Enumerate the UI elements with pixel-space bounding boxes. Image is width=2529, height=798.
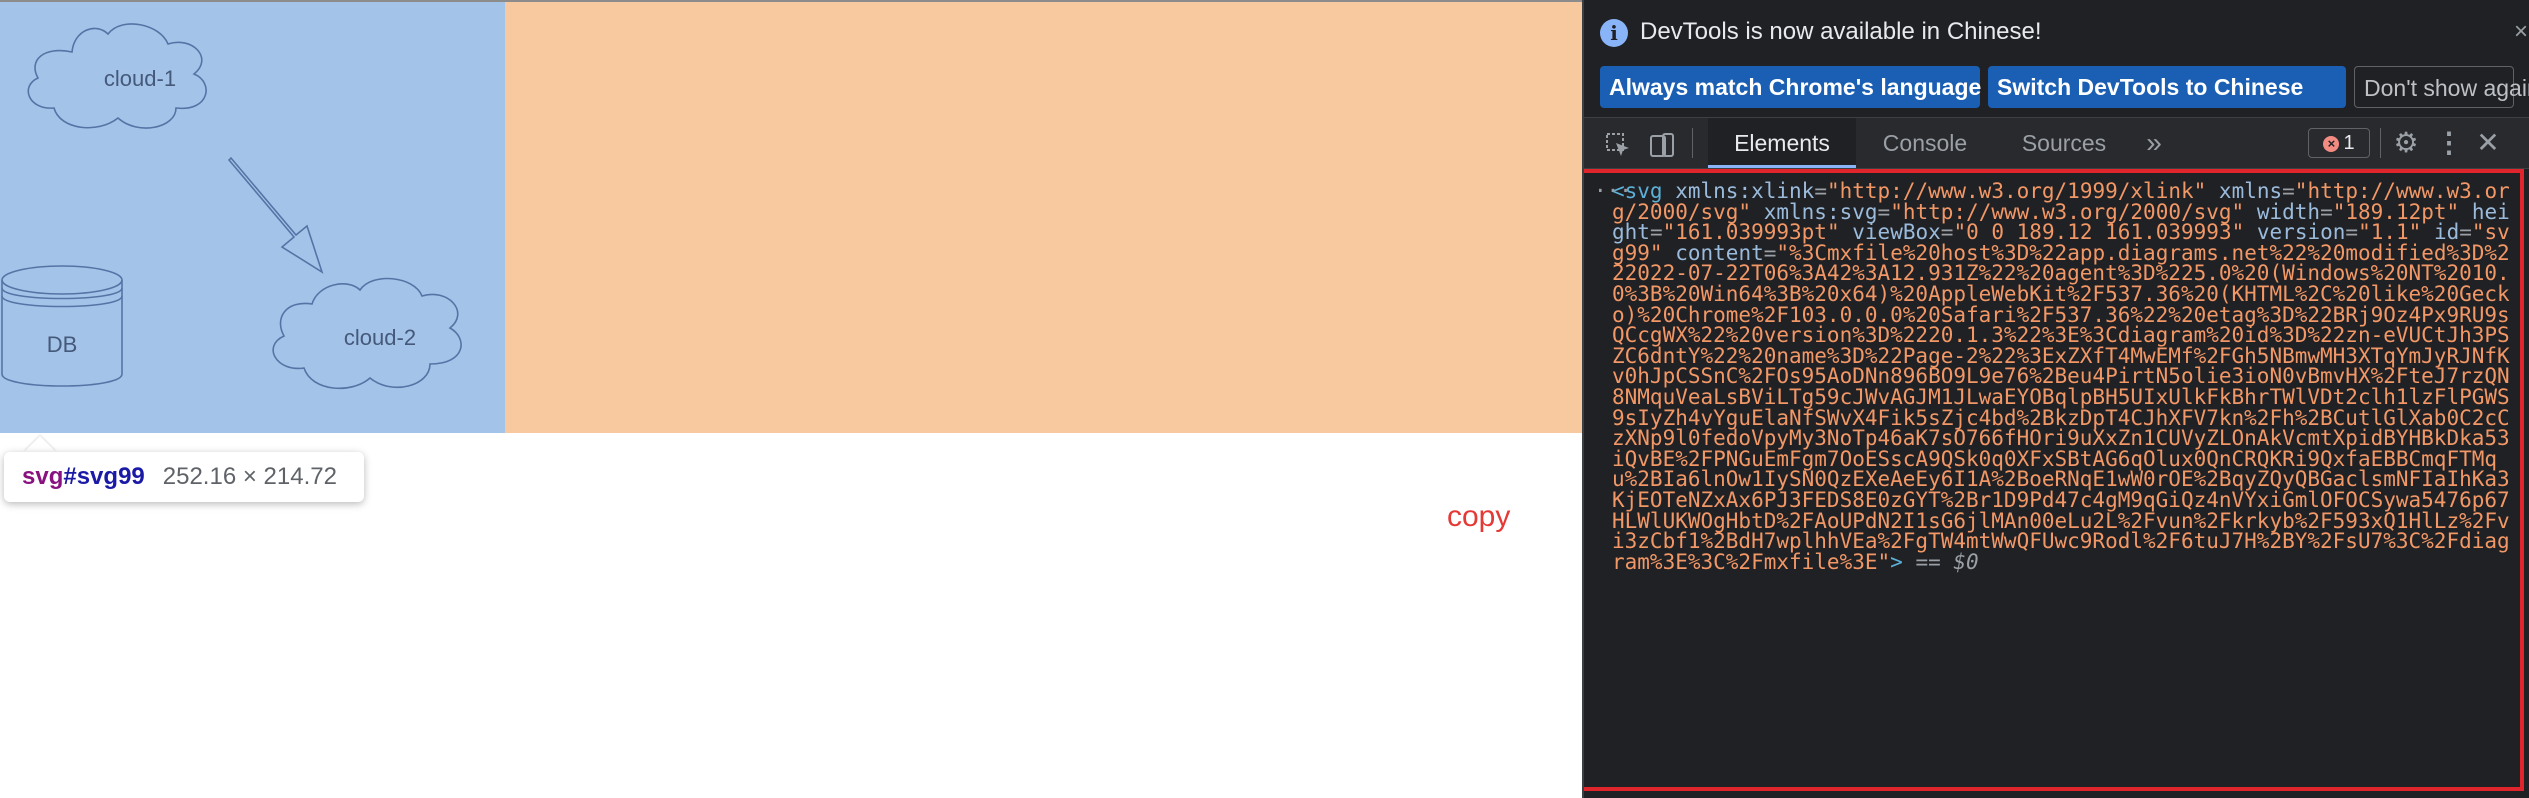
dom-node-selected[interactable]: ··· <svg xmlns:xlink="http://www.w3.org/…: [1594, 181, 2518, 574]
tooltip-tag: svg: [22, 463, 64, 490]
error-icon: ×: [2323, 135, 2340, 152]
close-devtools-icon[interactable]: ✕: [2468, 118, 2508, 168]
selected-marker: == $0: [1902, 549, 1979, 574]
error-count: 1: [2343, 132, 2355, 154]
tab-sources[interactable]: Sources: [1994, 118, 2134, 168]
cloud-1-label: cloud-1: [104, 66, 176, 91]
devtools-panel: i DevTools is now available in Chinese! …: [1582, 0, 2529, 798]
language-infobar: i DevTools is now available in Chinese! …: [1584, 0, 2529, 118]
copy-label: copy: [1447, 500, 1511, 533]
orange-content-area: [505, 2, 1582, 433]
device-toolbar-icon[interactable]: [1642, 118, 1682, 168]
toolbar-divider: [2380, 128, 2381, 158]
tab-elements[interactable]: Elements: [1708, 118, 1856, 168]
cloud-2-node[interactable]: cloud-2: [272, 277, 462, 390]
more-tabs-icon[interactable]: »: [2132, 118, 2176, 168]
tooltip-arrow: [24, 436, 56, 452]
settings-gear-icon[interactable]: ⚙: [2384, 118, 2428, 168]
infobar-message: DevTools is now available in Chinese!: [1640, 18, 2042, 45]
db-node[interactable]: DB: [1, 265, 123, 387]
match-language-button[interactable]: Always match Chrome's language: [1600, 66, 1981, 108]
tooltip-id: #svg99: [63, 463, 145, 490]
close-icon[interactable]: ×: [2514, 18, 2528, 46]
info-icon: i: [1600, 19, 1628, 47]
switch-chinese-button[interactable]: Switch DevTools to Chinese: [1988, 66, 2346, 108]
element-inspect-tooltip: svg#svg99 252.16 × 214.72: [4, 452, 364, 502]
diagram-svg-element[interactable]: cloud-1 DB cloud-2: [0, 2, 505, 433]
toolbar-divider: [1692, 128, 1693, 158]
inspect-element-icon[interactable]: [1598, 118, 1638, 168]
attr-value: "%3Cmxfile%20host%3D%22app.diagrams.net%…: [1612, 240, 2510, 574]
node-ellipsis-icon[interactable]: ···: [1594, 181, 1632, 202]
tooltip-size: 252.16 × 214.72: [162, 463, 337, 490]
devtools-toolbar: Elements Console Sources » × 1 ⚙ ⋮ ✕: [1584, 118, 2529, 169]
web-page: cloud-1 DB cloud-2 svg#svg99 252.16 × 21…: [0, 0, 1582, 798]
tab-console[interactable]: Console: [1860, 118, 1990, 168]
error-count-badge[interactable]: × 1: [2308, 128, 2370, 158]
db-label: DB: [47, 332, 78, 357]
diagram-canvas: cloud-1 DB cloud-2: [1, 23, 462, 390]
tag-close: >: [1890, 549, 1903, 574]
svg-open-tag[interactable]: <svg xmlns:xlink="http://www.w3.org/1999…: [1598, 181, 2518, 574]
elements-dom-tree: ··· <svg xmlns:xlink="http://www.w3.org/…: [1584, 169, 2529, 798]
cloud-2-label: cloud-2: [344, 325, 416, 350]
cloud-1-node[interactable]: cloud-1: [27, 23, 207, 129]
dont-show-again-button[interactable]: Don't show again: [2354, 66, 2529, 108]
arrow-connector: [227, 156, 324, 274]
more-options-icon[interactable]: ⋮: [2434, 118, 2464, 168]
